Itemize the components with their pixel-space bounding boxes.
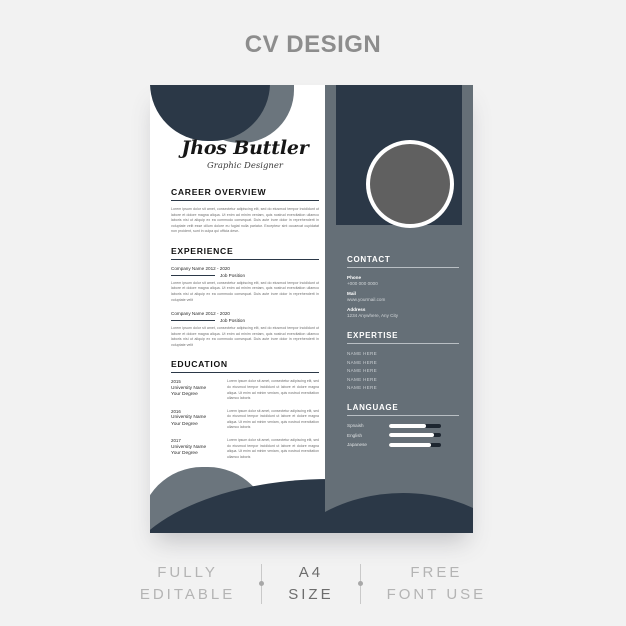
contact-item: Address 1234 Anywhere, Any City <box>347 307 459 318</box>
name-block: Jhos Buttler Graphic Designer <box>171 137 319 171</box>
language-row: English <box>347 433 459 438</box>
expertise-heading: EXPERTISE <box>347 331 459 344</box>
divider <box>259 564 265 604</box>
feature-line-1: A4 <box>298 564 324 582</box>
education-entry: 2017 University Name Your Degree Lorem i… <box>171 438 319 460</box>
avatar <box>370 144 450 224</box>
divider <box>171 320 215 322</box>
education-section: EDUCATION 2015 University Name Your Degr… <box>171 359 319 460</box>
language-level-bar <box>389 423 441 428</box>
experience-description: Lorem ipsum dolor sit amet, consectetur … <box>171 280 319 302</box>
education-degree: Your Degree <box>171 421 198 427</box>
education-school: University Name <box>171 444 207 450</box>
language-label: Spnaish <box>347 423 364 429</box>
contact-value-address: 1234 Anywhere, Any City <box>347 313 399 318</box>
feature-line-1: FULLY <box>157 564 218 582</box>
candidate-name: Jhos Buttler <box>181 137 309 159</box>
cv-left-content: Jhos Buttler Graphic Designer CAREER OVE… <box>171 137 319 471</box>
contact-label-address: Address <box>347 307 366 312</box>
experience-position-row: Job Position <box>171 318 319 323</box>
candidate-role: Graphic Designer <box>207 161 283 171</box>
expertise-item: NAME HERE <box>347 385 378 391</box>
education-year: 2015 <box>171 379 181 385</box>
divider <box>171 274 215 276</box>
education-entry: 2016 University Name Your Degree Lorem i… <box>171 409 319 431</box>
education-description: Lorem ipsum dolor sit amet, consectetur … <box>227 438 319 459</box>
education-degree: Your Degree <box>171 392 198 398</box>
feature-line-2: EDITABLE <box>139 586 236 603</box>
language-level-bar <box>389 433 441 438</box>
experience-description: Lorem ipsum dolor sit amet, consectetur … <box>171 326 319 347</box>
experience-entry: Company Name 2012 - 2020 Job Position Lo… <box>171 311 319 348</box>
expertise-item: NAME HERE <box>347 368 378 374</box>
contact-item: Mail www.yourmail.com <box>347 291 459 302</box>
experience-company: Company Name 2012 - 2020 <box>171 311 230 317</box>
feature-fully-editable: FULLY EDITABLE <box>140 562 235 606</box>
experience-section: EXPERIENCE Company Name 2012 - 2020 Job … <box>171 246 319 349</box>
experience-position: Job Position <box>220 272 246 278</box>
language-label: Japanese <box>347 442 367 448</box>
education-year: 2017 <box>171 438 181 444</box>
features-footer: FULLY EDITABLE A4 SIZE FREE FONT USE <box>0 556 626 612</box>
expertise-item: NAME HERE <box>347 376 378 382</box>
education-description: Lorem ipsum dolor sit amet, consectetur … <box>227 408 319 430</box>
education-heading: EDUCATION <box>171 359 319 374</box>
career-overview-body: Lorem ipsum dolor sit amet, consectetur … <box>171 207 319 234</box>
education-description: Lorem ipsum dolor sit amet, consectetur … <box>227 379 319 401</box>
mockup-header: CV DESIGN <box>0 0 626 86</box>
contact-value-mail[interactable]: www.yourmail.com <box>347 297 459 302</box>
language-level-fill <box>389 442 431 447</box>
feature-a4-size: A4 SIZE <box>288 562 333 606</box>
education-meta: 2016 University Name Your Degree <box>171 409 219 431</box>
language-row: Spnaish <box>347 423 459 428</box>
page-title: CV DESIGN <box>244 31 382 58</box>
language-level-bar <box>389 442 441 447</box>
contact-value-phone[interactable]: +000 000 0000 <box>347 281 459 286</box>
education-meta: 2017 University Name Your Degree <box>171 438 219 460</box>
cv-right-content: CONTACT Phone +000 000 0000 Mail www.you… <box>347 255 459 460</box>
education-degree: Your Degree <box>171 451 198 457</box>
expertise-item: NAME HERE <box>347 359 378 365</box>
decorative-wave-dark-right-icon <box>325 493 473 533</box>
feature-free-font-use: FREE FONT USE <box>387 562 487 606</box>
contact-item: Phone +000 000 0000 <box>347 275 459 286</box>
language-section: LANGUAGE Spnaish English Japanese <box>347 403 459 447</box>
cv-page-sheet: CONTACT Phone +000 000 0000 Mail www.you… <box>150 85 473 533</box>
language-label: English <box>347 432 363 438</box>
language-heading: LANGUAGE <box>347 403 459 417</box>
divider <box>357 564 363 604</box>
career-overview-heading: CAREER OVERVIEW <box>171 187 319 201</box>
education-meta: 2015 University Name Your Degree <box>171 379 219 401</box>
contact-label-phone: Phone <box>347 275 362 280</box>
experience-company: Company Name 2012 - 2020 <box>171 265 230 271</box>
cv-right-panel-header <box>336 85 462 228</box>
experience-entry: Company Name 2012 - 2020 Job Position Lo… <box>171 266 319 303</box>
experience-position: Job Position <box>220 318 246 324</box>
avatar-ring <box>366 140 454 228</box>
education-school: University Name <box>171 415 207 421</box>
feature-line-2: FONT USE <box>386 586 487 603</box>
education-year: 2016 <box>171 408 181 414</box>
contact-label-mail: Mail <box>347 291 356 296</box>
experience-heading: EXPERIENCE <box>171 246 319 260</box>
feature-line-2: SIZE <box>288 586 334 603</box>
expertise-section: EXPERTISE NAME HERE NAME HERE NAME HERE … <box>347 331 459 390</box>
education-entry: 2015 University Name Your Degree Lorem i… <box>171 379 319 401</box>
language-level-fill <box>389 423 427 428</box>
cv-right-panel: CONTACT Phone +000 000 0000 Mail www.you… <box>325 85 473 533</box>
expertise-item: NAME HERE <box>347 351 378 356</box>
contact-heading: CONTACT <box>347 255 459 268</box>
experience-position-row: Job Position <box>171 273 319 278</box>
feature-line-1: FREE <box>410 564 463 582</box>
language-level-fill <box>389 433 434 438</box>
career-overview-section: CAREER OVERVIEW Lorem ipsum dolor sit am… <box>171 187 319 235</box>
contact-section: CONTACT Phone +000 000 0000 Mail www.you… <box>347 255 459 318</box>
language-row: Japanese <box>347 442 459 447</box>
education-school: University Name <box>171 385 207 391</box>
